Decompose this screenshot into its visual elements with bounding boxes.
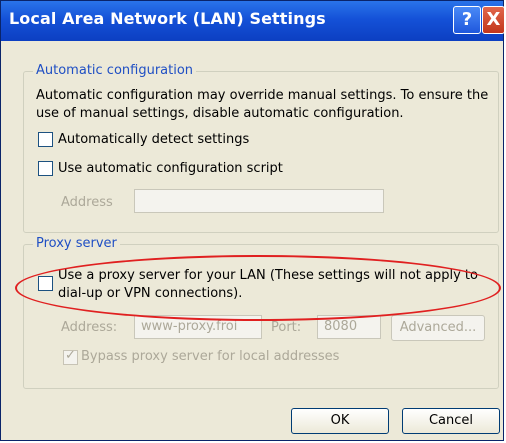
automatic-configuration-label: Automatic configuration: [33, 63, 197, 78]
help-icon: ?: [461, 9, 473, 30]
close-button[interactable]: X: [482, 6, 505, 34]
use-proxy-label-line2: dial-up or VPN connections).: [58, 286, 243, 301]
advanced-button[interactable]: Advanced...: [391, 315, 485, 341]
auto-address-label: Address: [61, 195, 113, 210]
auto-address-field[interactable]: [134, 189, 384, 213]
close-icon: X: [486, 9, 501, 30]
bypass-local-label: Bypass proxy server for local addresses: [81, 349, 340, 364]
proxy-address-field[interactable]: www-proxy.froi: [134, 315, 262, 339]
auto-script-checkbox[interactable]: [38, 161, 53, 176]
window-title: Local Area Network (LAN) Settings: [9, 9, 326, 28]
proxy-port-field[interactable]: 8080: [317, 315, 381, 339]
ok-button[interactable]: OK: [291, 408, 389, 434]
auto-script-label: Use automatic configuration script: [58, 161, 283, 176]
proxy-server-label: Proxy server: [33, 236, 120, 251]
auto-detect-label: Automatically detect settings: [58, 132, 250, 147]
lan-settings-dialog: Local Area Network (LAN) Settings ? X Au…: [0, 0, 505, 441]
use-proxy-checkbox[interactable]: [38, 276, 53, 291]
title-bar[interactable]: Local Area Network (LAN) Settings ? X: [1, 1, 505, 41]
cancel-button[interactable]: Cancel: [402, 408, 500, 434]
use-proxy-label-line1: Use a proxy server for your LAN (These s…: [58, 268, 478, 283]
help-button[interactable]: ?: [453, 6, 481, 34]
bypass-local-checkbox[interactable]: ✓: [63, 348, 78, 365]
auto-description-line1: Automatic configuration may override man…: [36, 88, 489, 103]
proxy-port-label: Port:: [271, 320, 302, 335]
proxy-address-label: Address:: [61, 320, 118, 335]
auto-detect-checkbox[interactable]: [38, 132, 53, 147]
auto-description-line2: use of manual settings, disable automati…: [36, 106, 404, 121]
checkmark-icon: ✓: [65, 348, 76, 363]
